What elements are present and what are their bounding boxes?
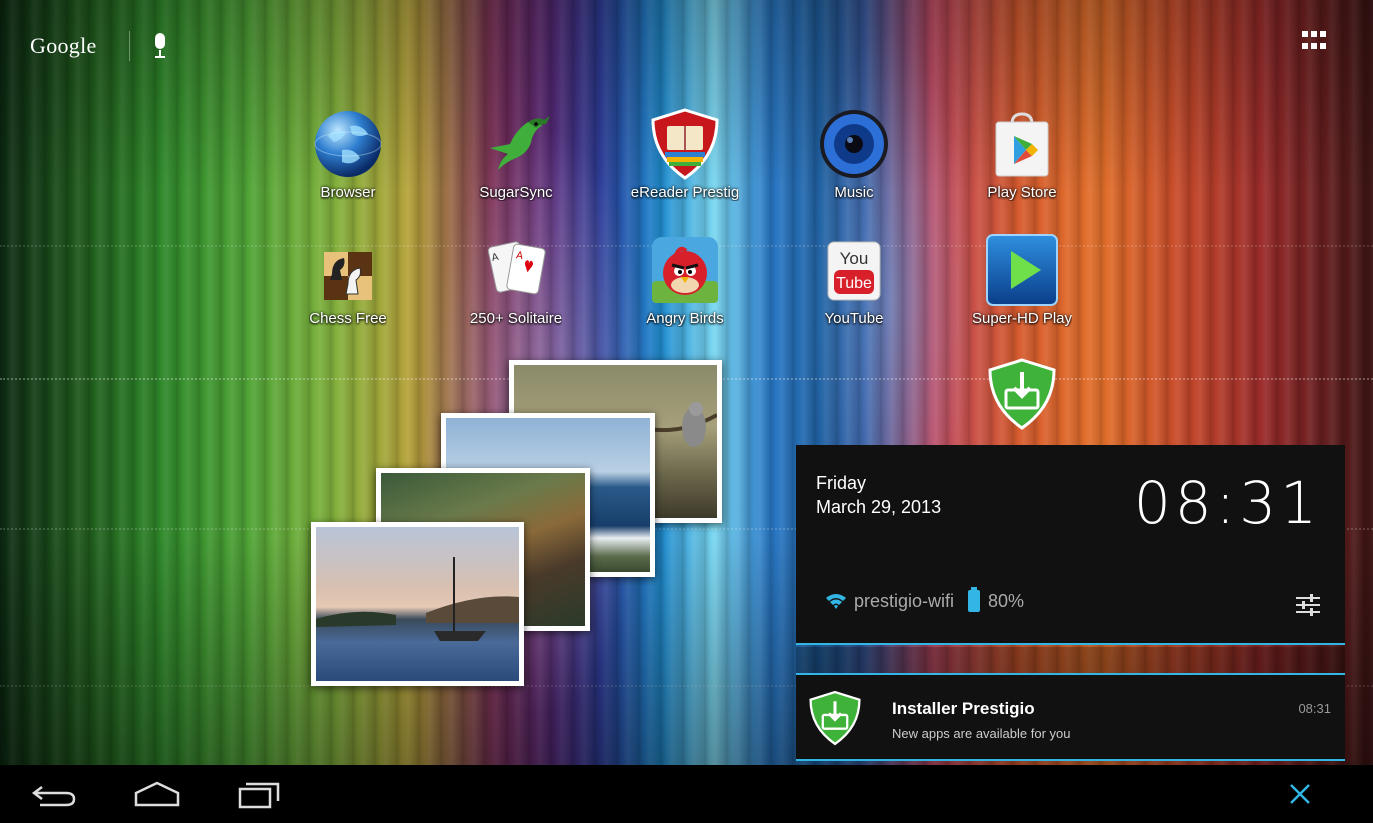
- video-play-icon: [984, 232, 1060, 308]
- globe-icon: [310, 106, 386, 182]
- google-search-bar[interactable]: Google: [30, 26, 168, 66]
- app-label: Angry Birds: [646, 310, 724, 327]
- chess-icon: [310, 232, 386, 308]
- battery-level: 80%: [988, 590, 1025, 611]
- book-shield-icon: [647, 106, 723, 182]
- app-label: Play Store: [987, 184, 1057, 201]
- app-label: YouTube: [824, 310, 884, 327]
- app-browser[interactable]: Browser: [278, 106, 418, 221]
- app-super-hd-play[interactable]: Super-HD Play: [952, 232, 1092, 347]
- notification-text: New apps are available for you: [892, 726, 1071, 741]
- download-shield-icon: [984, 356, 1060, 432]
- notification-panel: Friday March 29, 2013 08:31 prestigio-wi…: [796, 445, 1345, 761]
- svg-text:Tube: Tube: [836, 275, 872, 292]
- installer-shield-icon: [809, 690, 861, 746]
- app-solitaire[interactable]: A A 250+ Solitaire: [446, 232, 586, 347]
- quick-settings-icon[interactable]: [1293, 590, 1323, 620]
- close-icon[interactable]: [1287, 781, 1313, 807]
- date-label[interactable]: March 29, 2013: [816, 497, 941, 518]
- app-label: SugarSync: [479, 184, 553, 201]
- youtube-icon: You Tube: [816, 232, 892, 308]
- navigation-bar: [0, 765, 1373, 823]
- notification-header: Friday March 29, 2013 08:31 prestigio-wi…: [796, 445, 1345, 645]
- app-label: eReader Prestig: [630, 184, 740, 201]
- app-label: Chess Free: [309, 310, 387, 327]
- battery-icon: [968, 587, 981, 612]
- app-label: Music: [834, 184, 874, 201]
- notification-divider: [796, 647, 1345, 673]
- app-angry-birds[interactable]: Angry Birds: [615, 232, 755, 347]
- app-chess-free[interactable]: Chess Free: [278, 232, 418, 347]
- speaker-icon: [816, 106, 892, 182]
- cards-icon: A A: [478, 232, 554, 308]
- notification-title: Installer Prestigio: [892, 699, 1035, 718]
- wifi-name: prestigio-wifi: [854, 590, 955, 611]
- svg-text:You: You: [840, 249, 869, 268]
- google-logo[interactable]: Google: [30, 33, 97, 59]
- app-play-store[interactable]: Play Store: [952, 106, 1092, 221]
- app-installer-prestigio[interactable]: [952, 356, 1092, 436]
- status-row: prestigio-wifi 80%: [824, 587, 1025, 612]
- app-sugarsync[interactable]: SugarSync: [446, 106, 586, 221]
- app-label: 250+ Solitaire: [469, 310, 563, 327]
- home-button[interactable]: [132, 779, 182, 811]
- sailboat-image: [316, 557, 519, 641]
- play-store-icon: [984, 106, 1060, 182]
- clock: 08:31: [1133, 469, 1321, 537]
- notification-item[interactable]: Installer Prestigio New apps are availab…: [796, 673, 1345, 761]
- red-bird-icon: [647, 232, 723, 308]
- app-ereader-prestigio[interactable]: eReader Prestig: [615, 106, 755, 221]
- app-label: Super-HD Play: [971, 310, 1073, 327]
- day-label: Friday: [816, 473, 867, 493]
- gallery-photo-boat[interactable]: [311, 522, 524, 686]
- app-label: Browser: [320, 184, 376, 201]
- back-button[interactable]: [30, 779, 80, 811]
- all-apps-button[interactable]: [1302, 31, 1326, 51]
- search-divider: [128, 31, 130, 61]
- wifi-icon: [826, 594, 846, 609]
- android-home-screen: Google Browser SugarSync eReader Prestig…: [0, 0, 1373, 823]
- mic-icon[interactable]: [152, 31, 168, 61]
- notification-time: 08:31: [1298, 701, 1331, 716]
- hummingbird-icon: [478, 106, 554, 182]
- app-youtube[interactable]: You Tube YouTube: [784, 232, 924, 347]
- recent-apps-button[interactable]: [234, 779, 284, 811]
- app-music[interactable]: Music: [784, 106, 924, 221]
